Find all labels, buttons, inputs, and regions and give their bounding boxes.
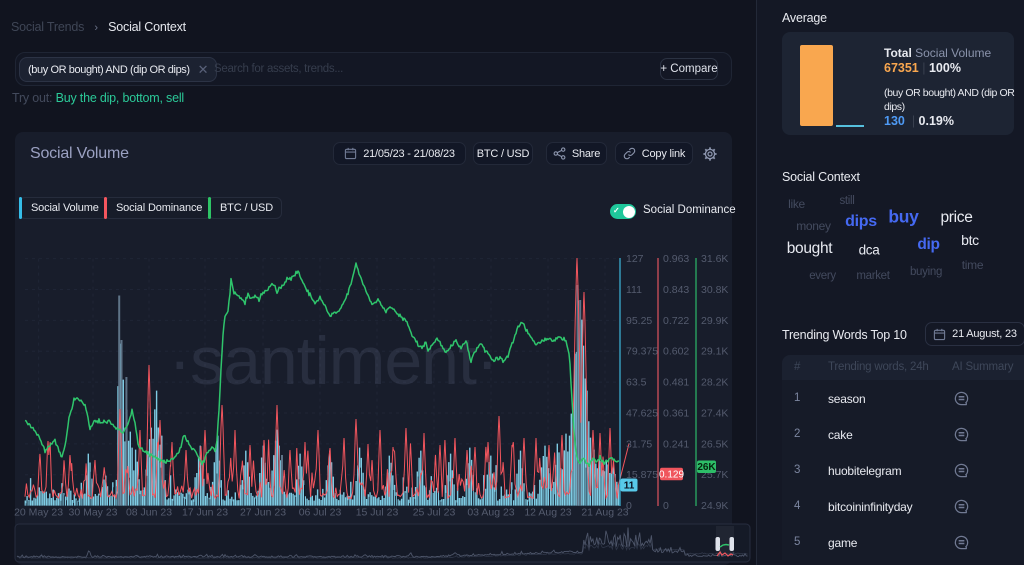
svg-text:0.602: 0.602 <box>663 346 689 358</box>
svg-text:·santiment·: ·santiment· <box>168 323 497 399</box>
svg-text:17 Jun 23: 17 Jun 23 <box>182 507 228 519</box>
svg-text:0.361: 0.361 <box>663 408 689 420</box>
svg-text:79.375: 79.375 <box>626 346 658 358</box>
svg-text:06 Jul 23: 06 Jul 23 <box>299 507 342 519</box>
svg-text:15 Jul 23: 15 Jul 23 <box>356 507 399 519</box>
svg-text:111: 111 <box>626 284 642 296</box>
svg-text:0.843: 0.843 <box>663 284 689 296</box>
svg-text:27 Jun 23: 27 Jun 23 <box>240 507 286 519</box>
svg-text:12 Aug 23: 12 Aug 23 <box>524 507 571 519</box>
svg-text:0.722: 0.722 <box>663 315 689 327</box>
svg-text:47.625: 47.625 <box>626 408 658 420</box>
svg-text:31.6K: 31.6K <box>701 253 728 265</box>
svg-text:28.2K: 28.2K <box>701 377 728 389</box>
svg-text:0.481: 0.481 <box>663 377 689 389</box>
svg-text:63.5: 63.5 <box>626 377 647 389</box>
svg-text:30.8K: 30.8K <box>701 284 728 296</box>
svg-text:29.1K: 29.1K <box>701 346 728 358</box>
svg-text:95.25: 95.25 <box>626 315 652 327</box>
svg-text:11: 11 <box>624 480 635 491</box>
svg-text:0.241: 0.241 <box>663 438 689 450</box>
svg-text:127: 127 <box>626 253 644 265</box>
svg-text:26K: 26K <box>697 462 716 473</box>
svg-text:08 Jun 23: 08 Jun 23 <box>126 507 172 519</box>
svg-text:29.9K: 29.9K <box>701 315 728 327</box>
svg-text:26.5K: 26.5K <box>701 438 728 450</box>
svg-text:27.4K: 27.4K <box>701 408 728 420</box>
svg-text:24.9K: 24.9K <box>701 500 728 512</box>
svg-text:30 May 23: 30 May 23 <box>68 507 117 519</box>
svg-text:21 Aug 23: 21 Aug 23 <box>581 507 628 519</box>
svg-text:20 May 23: 20 May 23 <box>14 507 63 519</box>
svg-text:25 Jul 23: 25 Jul 23 <box>413 507 456 519</box>
svg-text:03 Aug 23: 03 Aug 23 <box>467 507 514 519</box>
svg-text:0.963: 0.963 <box>663 253 689 265</box>
svg-text:0.129: 0.129 <box>659 469 684 480</box>
svg-text:0: 0 <box>663 500 669 512</box>
svg-text:31.75: 31.75 <box>626 438 652 450</box>
